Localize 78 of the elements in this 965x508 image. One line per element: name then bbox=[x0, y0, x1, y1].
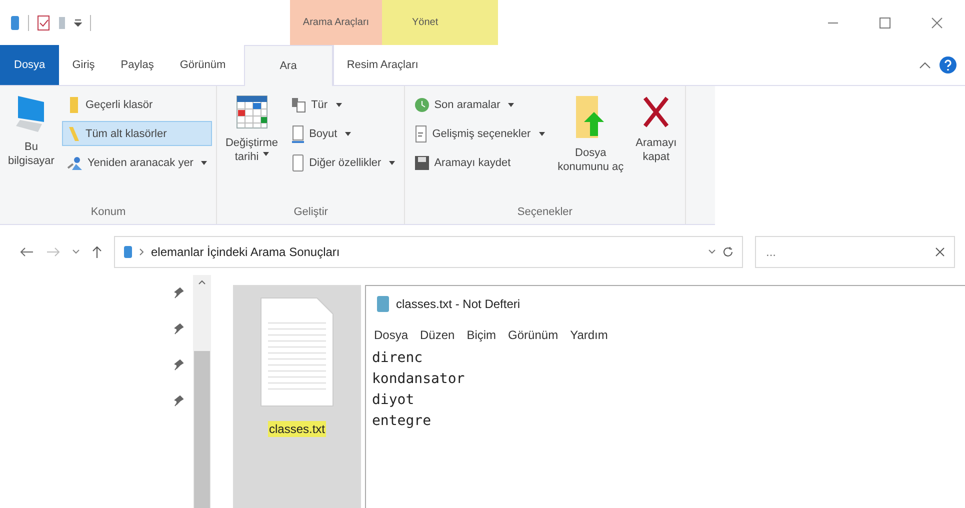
maximize-icon[interactable] bbox=[879, 16, 891, 28]
customize-icon[interactable] bbox=[74, 18, 82, 28]
ribbon-button[interactable]: Yeniden aranacak yer bbox=[62, 150, 212, 175]
pin-icon[interactable] bbox=[174, 323, 184, 335]
scroll-up-icon[interactable] bbox=[198, 279, 206, 285]
refresh-icon[interactable] bbox=[722, 246, 734, 258]
ribbon-button[interactable]: Değiştirme tarihi bbox=[221, 92, 282, 200]
pin-icon[interactable] bbox=[174, 287, 184, 299]
forward-icon bbox=[46, 247, 60, 257]
chevron-down-icon[interactable] bbox=[72, 249, 80, 255]
group-label: Konum bbox=[90, 205, 127, 220]
text-line: entegre bbox=[372, 412, 432, 431]
ribbon-tab[interactable]: Paylaş bbox=[108, 45, 167, 85]
chevron-down-icon[interactable] bbox=[708, 249, 716, 255]
scrollbar[interactable] bbox=[193, 275, 211, 508]
ribbon-button[interactable]: Diğer özellikler bbox=[286, 150, 400, 175]
menu-item[interactable]: Yardım bbox=[570, 328, 608, 342]
page-icon bbox=[291, 124, 306, 142]
menu-item[interactable]: Görünüm bbox=[508, 328, 558, 342]
ribbon-tab[interactable]: Resim Araçları bbox=[332, 45, 432, 85]
pin-icon[interactable] bbox=[174, 359, 184, 371]
ribbon-button[interactable]: Geçerli klasör bbox=[62, 92, 212, 117]
address-field[interactable]: elemanlar İçindeki Arama Sonuçları bbox=[114, 236, 743, 268]
group-label: Geliştir bbox=[292, 205, 329, 220]
menu-item[interactable]: Dosya bbox=[374, 328, 408, 342]
ribbon-tab[interactable]: Görünüm bbox=[166, 45, 239, 85]
ribbon-button[interactable]: Tüm alt klasörler bbox=[62, 121, 212, 146]
ribbon-button[interactable]: Son aramalar bbox=[409, 92, 550, 117]
folder-icon[interactable] bbox=[10, 14, 20, 30]
folder-icon bbox=[67, 124, 82, 142]
pin-icon[interactable] bbox=[174, 395, 184, 407]
menu-item[interactable]: Düzen bbox=[420, 328, 455, 342]
location-icon bbox=[67, 154, 84, 170]
chevron-right-icon[interactable] bbox=[139, 248, 145, 256]
ribbon-button[interactable]: Aramayı kapat bbox=[632, 92, 681, 200]
caret-icon bbox=[262, 152, 269, 156]
caret-icon bbox=[336, 102, 342, 106]
ribbon-tab[interactable]: Giriş bbox=[59, 45, 108, 85]
ribbon-button[interactable]: Tür bbox=[286, 92, 400, 117]
context-tab-header: Arama Araçları bbox=[290, 0, 382, 45]
text-file-icon bbox=[260, 297, 334, 407]
clock-icon bbox=[414, 96, 430, 112]
text-line: direnc bbox=[372, 349, 424, 368]
menu-item[interactable]: Biçim bbox=[466, 328, 496, 342]
file-type-icon bbox=[291, 96, 308, 112]
caret-icon bbox=[389, 160, 396, 164]
help-icon[interactable] bbox=[939, 56, 957, 74]
notepad-icon bbox=[376, 295, 390, 313]
context-tab-header: Yönet bbox=[382, 0, 498, 45]
text-line: diyot bbox=[372, 391, 416, 410]
caret-icon bbox=[508, 102, 514, 106]
group-label: Seçenekler bbox=[516, 205, 574, 220]
caret-icon bbox=[538, 132, 545, 136]
save-icon bbox=[414, 154, 430, 170]
back-icon[interactable] bbox=[20, 247, 34, 257]
caret-icon bbox=[345, 132, 352, 136]
page-icon bbox=[291, 154, 306, 172]
ribbon-button[interactable]: Bu bilgisayar bbox=[4, 92, 58, 200]
window-title: classes.txt - Not Defteri bbox=[396, 297, 520, 311]
file-tab[interactable]: Dosya bbox=[0, 45, 60, 85]
file-item[interactable]: classes.txt bbox=[233, 285, 361, 508]
caret-icon[interactable] bbox=[919, 61, 931, 69]
document-icon bbox=[414, 124, 428, 142]
ribbon-button[interactable]: Aramayı kaydet bbox=[409, 150, 550, 175]
close-icon[interactable] bbox=[931, 16, 943, 28]
ribbon-button[interactable]: Gelişmiş seçenekler bbox=[409, 121, 550, 146]
close-icon bbox=[641, 94, 672, 130]
text-line: kondansator bbox=[372, 370, 466, 389]
properties-icon[interactable] bbox=[37, 14, 50, 30]
ribbon-tab[interactable]: Ara bbox=[244, 44, 333, 86]
clear-icon[interactable] bbox=[935, 247, 945, 257]
ribbon-button[interactable]: Dosya konumunu aç bbox=[554, 92, 628, 200]
search-field[interactable]: ... bbox=[755, 236, 955, 268]
caret-icon bbox=[201, 160, 208, 164]
folder-icon bbox=[123, 245, 133, 259]
up-arrow-icon[interactable] bbox=[92, 246, 102, 258]
ribbon-button[interactable]: Boyut bbox=[286, 121, 400, 146]
calendar-icon bbox=[234, 94, 269, 130]
